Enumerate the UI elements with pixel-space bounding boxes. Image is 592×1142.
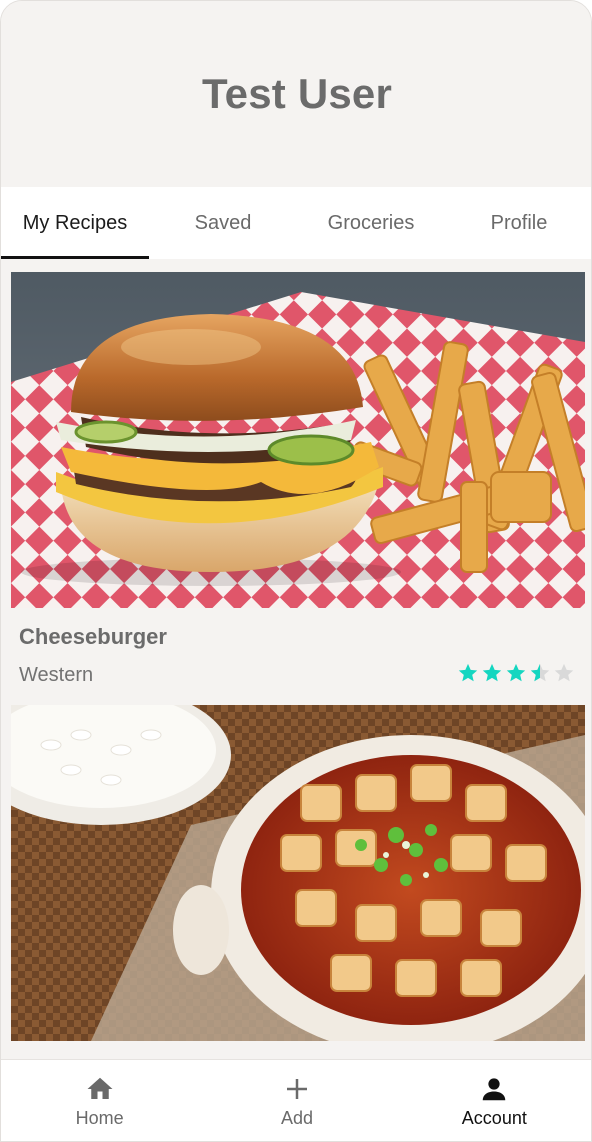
cheeseburger-photo: [11, 272, 585, 608]
rating-stars: [457, 662, 575, 684]
star-half-icon: [530, 663, 550, 682]
page-title: Test User: [201, 70, 393, 117]
recipe-title[interactable]: Cheeseburger: [19, 624, 167, 650]
tab-saved[interactable]: Saved: [149, 187, 297, 259]
mapo-tofu-photo: [11, 705, 585, 1041]
bottom-navigation: Home Add Account: [1, 1059, 591, 1141]
nav-home-label: Home: [75, 1108, 124, 1128]
nav-add[interactable]: Add: [198, 1060, 395, 1141]
app-screen: Test User My Recipes Saved Groceries Pro…: [0, 0, 592, 1142]
tab-my-recipes[interactable]: My Recipes: [1, 187, 149, 259]
plus-icon: [286, 1079, 307, 1099]
nav-account[interactable]: Account: [396, 1060, 591, 1141]
nav-account-label: Account: [461, 1108, 527, 1128]
recipe-image-cheeseburger[interactable]: [11, 272, 585, 608]
recipe-card[interactable]: Cheeseburger Western: [11, 272, 585, 704]
profile-header: Test User: [1, 1, 591, 187]
person-icon: [483, 1078, 506, 1101]
recipe-list[interactable]: Cheeseburger Western: [1, 259, 591, 1057]
recipe-image-mapo-tofu[interactable]: [11, 705, 585, 1041]
star-filled-icon: [506, 663, 526, 682]
star-filled-icon: [482, 663, 502, 682]
recipe-info: Cheeseburger Western: [11, 608, 585, 704]
nav-home[interactable]: Home: [1, 1060, 198, 1141]
star-filled-icon: [458, 663, 478, 682]
tab-bar: My Recipes Saved Groceries Profile: [1, 187, 591, 259]
nav-add-label: Add: [280, 1108, 313, 1128]
home-icon: [87, 1077, 113, 1099]
tab-profile[interactable]: Profile: [445, 187, 591, 259]
tab-groceries[interactable]: Groceries: [297, 187, 445, 259]
recipe-cuisine: Western: [19, 664, 94, 686]
recipe-card[interactable]: [11, 705, 585, 1041]
star-empty-icon: [554, 663, 574, 682]
